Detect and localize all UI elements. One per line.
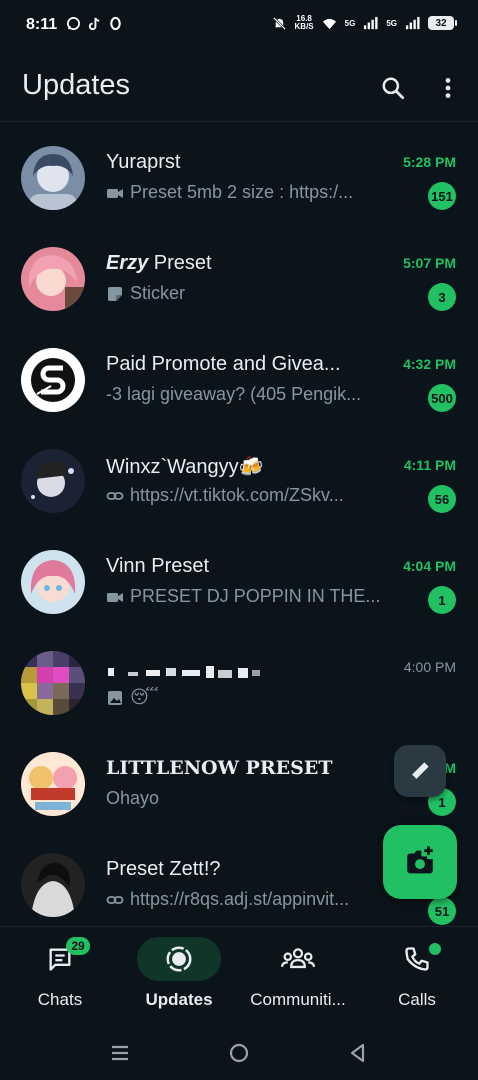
tab-communities[interactable]: Communiti... bbox=[238, 927, 358, 1025]
chat-name: Vinn Preset bbox=[106, 555, 210, 577]
more-options-button[interactable] bbox=[430, 70, 466, 106]
camera-add-icon bbox=[407, 846, 433, 874]
avatar[interactable] bbox=[21, 550, 85, 614]
chat-name: Preset Zett!? bbox=[106, 858, 221, 880]
chat-list[interactable]: Yuraprst 5:28 PM Preset 5mb 2 size : htt… bbox=[0, 128, 478, 928]
new-text-status-button[interactable] bbox=[394, 745, 446, 797]
circle-o-icon bbox=[110, 16, 121, 31]
app-header: Updates bbox=[0, 52, 478, 122]
sticker-icon bbox=[108, 286, 122, 301]
menu-icon bbox=[112, 1045, 128, 1061]
chat-preview: Ohayo bbox=[106, 788, 160, 808]
unread-badge: 500 bbox=[428, 384, 456, 412]
link-icon bbox=[106, 491, 124, 500]
unread-badge: 1 bbox=[428, 586, 456, 614]
chat-row[interactable]: Winxz`Wangyy🍻 4:11 PM https://vt.tiktok.… bbox=[0, 431, 478, 532]
page-title: Updates bbox=[22, 69, 131, 101]
chat-time: 4:11 PM bbox=[403, 457, 456, 473]
chat-name: Paid Promote and Givea... bbox=[106, 353, 341, 375]
network-type-2: 5G bbox=[386, 18, 397, 28]
avatar[interactable] bbox=[21, 146, 85, 210]
status-time: 8:11 bbox=[26, 16, 58, 33]
avatar[interactable] bbox=[21, 853, 85, 917]
home-button[interactable] bbox=[224, 1038, 254, 1068]
unread-badge: 56 bbox=[428, 485, 456, 513]
search-icon bbox=[382, 77, 405, 100]
chat-preview: PRESET DJ POPPIN IN THE... bbox=[130, 586, 381, 606]
avatar[interactable] bbox=[21, 449, 85, 513]
status-bar: 8:11 16.8 KB/S 5G 5G 32 bbox=[0, 0, 478, 52]
wifi-icon bbox=[322, 18, 336, 29]
chat-name: Erzy Preset bbox=[106, 252, 386, 275]
chat-time: 4:00 PM bbox=[403, 659, 456, 675]
chat-row[interactable]: Erzy Preset 5:07 PM Sticker 3 bbox=[0, 229, 478, 330]
tab-chats[interactable]: 29 Chats bbox=[0, 927, 120, 1025]
avatar[interactable] bbox=[21, 247, 85, 311]
more-vert-icon bbox=[445, 78, 451, 98]
chat-time: 4:32 PM bbox=[403, 356, 456, 372]
bottom-navigation: 29 Chats Updates Communiti... Calls bbox=[0, 926, 478, 1025]
battery-icon: 32 bbox=[428, 16, 457, 30]
avatar[interactable] bbox=[21, 651, 85, 715]
chat-time: M bbox=[444, 760, 456, 776]
video-icon bbox=[107, 592, 123, 602]
tab-label: Calls bbox=[398, 990, 436, 1009]
communities-icon bbox=[281, 948, 315, 969]
chat-preview: 😴 bbox=[130, 687, 159, 707]
back-triangle-icon bbox=[350, 1043, 365, 1063]
chats-unread-badge: 29 bbox=[66, 937, 90, 955]
chat-row[interactable]: Paid Promote and Givea... 4:32 PM -3 lag… bbox=[0, 330, 478, 431]
unread-badge: 151 bbox=[428, 182, 456, 210]
mute-icon bbox=[272, 16, 286, 30]
tiktok-icon bbox=[88, 17, 100, 31]
net-speed-unit: KB/S bbox=[294, 22, 314, 31]
tab-updates[interactable]: Updates bbox=[119, 927, 239, 1025]
system-navigation-bar bbox=[0, 1024, 478, 1080]
chat-row[interactable]: Yuraprst 5:28 PM Preset 5mb 2 size : htt… bbox=[0, 128, 478, 229]
network-type-1: 5G bbox=[344, 18, 356, 28]
signal-icon bbox=[364, 16, 378, 29]
chat-name: Yuraprst bbox=[106, 151, 181, 173]
chat-preview: https://r8qs.adj.st/appinvit... bbox=[130, 889, 350, 909]
chat-name bbox=[106, 663, 386, 679]
chat-name-emphasis: Erzy bbox=[106, 252, 149, 274]
link-icon bbox=[106, 895, 124, 904]
tab-label: Updates bbox=[145, 990, 213, 1009]
chat-time: 5:07 PM bbox=[403, 255, 456, 271]
chat-preview: Sticker bbox=[130, 283, 186, 303]
chat-name-rest: Preset bbox=[148, 252, 212, 274]
search-button[interactable] bbox=[375, 70, 411, 106]
chat-preview: https://vt.tiktok.com/ZSkv... bbox=[130, 485, 344, 505]
back-button[interactable] bbox=[343, 1038, 373, 1068]
battery-level: 32 bbox=[435, 17, 447, 29]
unread-badge: 3 bbox=[428, 283, 456, 311]
chat-row[interactable]: Vinn Preset 4:04 PM PRESET DJ POPPIN IN … bbox=[0, 532, 478, 633]
chat-preview: -3 lagi giveaway? (405 Pengik... bbox=[106, 384, 362, 404]
whatsapp-icon bbox=[67, 17, 80, 30]
status-icon bbox=[166, 946, 192, 972]
home-circle-icon bbox=[229, 1043, 249, 1063]
header-divider bbox=[0, 121, 478, 122]
signal-icon bbox=[405, 16, 420, 29]
censored-name bbox=[108, 666, 260, 678]
tab-label: Chats bbox=[37, 990, 83, 1009]
camera-status-button[interactable] bbox=[383, 825, 457, 899]
chat-name: Winxz`Wangyy🍻 bbox=[106, 456, 264, 478]
avatar[interactable] bbox=[21, 348, 85, 412]
avatar[interactable] bbox=[21, 752, 85, 816]
tab-label: Communiti... bbox=[250, 990, 346, 1009]
video-icon bbox=[107, 188, 123, 198]
chat-row[interactable]: 4:00 PM 😴 bbox=[0, 633, 478, 734]
chat-name: LITTLENOW PRESET bbox=[106, 757, 333, 779]
calls-indicator-dot bbox=[427, 941, 443, 957]
pencil-icon bbox=[411, 762, 429, 780]
chat-time: 5:28 PM bbox=[403, 154, 456, 170]
image-icon bbox=[108, 690, 122, 705]
chat-time: 4:04 PM bbox=[403, 558, 456, 574]
chat-preview: Preset 5mb 2 size : https:/... bbox=[130, 182, 354, 202]
recents-button[interactable] bbox=[105, 1038, 135, 1068]
tab-calls[interactable]: Calls bbox=[357, 927, 477, 1025]
unread-badge: 51 bbox=[428, 897, 456, 925]
